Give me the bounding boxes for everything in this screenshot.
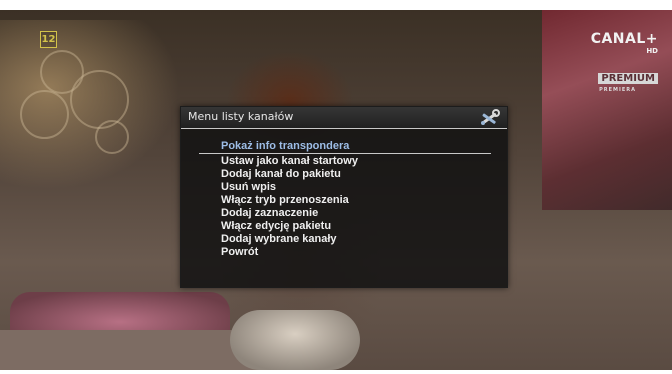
menu-item[interactable]: Dodaj zaznaczenie: [199, 207, 491, 220]
menu-item[interactable]: Włącz edycję pakietu: [199, 220, 491, 233]
menu-list: Pokaż info transpondera Ustaw jako kanał …: [199, 140, 491, 259]
channel-sub-label: PREMIERA: [599, 87, 636, 93]
wall-decoration-ring: [70, 70, 129, 129]
channel-tier: PREMIUM: [598, 73, 658, 84]
menu-item[interactable]: Włącz tryb przenoszenia: [199, 194, 491, 207]
menu-item[interactable]: Usuń wpis: [199, 181, 491, 194]
channel-brand: CANAL+: [590, 31, 658, 47]
channel-logo: CANAL+ HD PREMIUM PREMIERA: [578, 28, 658, 93]
menu-item[interactable]: Pokaż info transpondera: [199, 140, 491, 154]
channel-list-menu: Menu listy kanałów Pokaż info transponde…: [180, 106, 508, 288]
menu-item[interactable]: Powrót: [199, 246, 491, 259]
dialog-title: Menu listy kanałów: [188, 110, 294, 123]
menu-item[interactable]: Dodaj kanał do pakietu: [199, 168, 491, 181]
hd-badge: HD: [646, 47, 658, 55]
dialog-header: Menu listy kanałów: [181, 107, 507, 129]
menu-item[interactable]: Dodaj wybrane kanały: [199, 233, 491, 246]
wall-decoration-ring: [95, 120, 129, 154]
wall-decoration-ring: [20, 90, 69, 139]
menu-item[interactable]: Ustaw jako kanał startowy: [199, 155, 491, 168]
cloth: [230, 310, 360, 370]
tools-icon: [481, 109, 500, 125]
age-rating-badge: 12: [40, 31, 57, 48]
